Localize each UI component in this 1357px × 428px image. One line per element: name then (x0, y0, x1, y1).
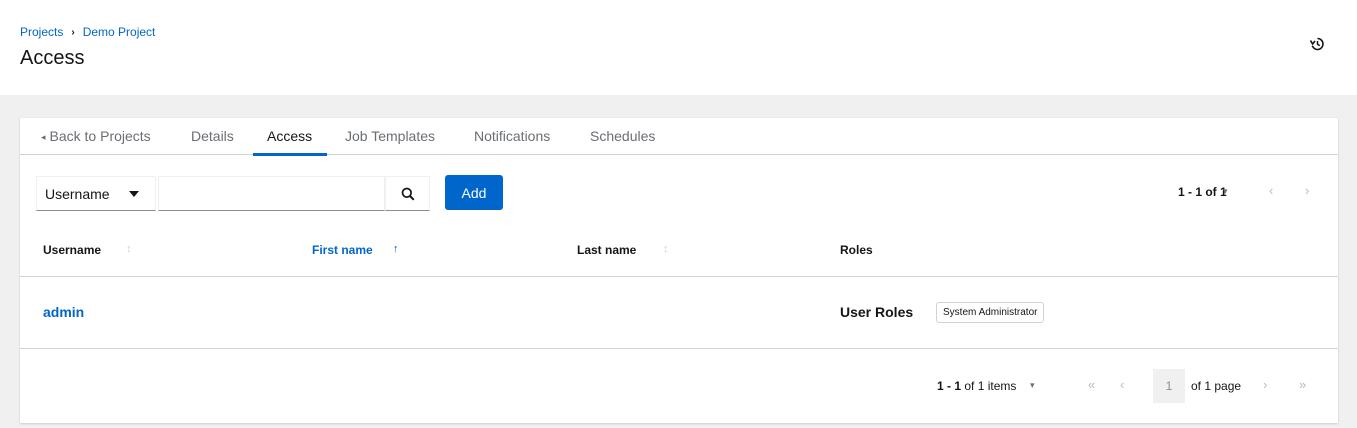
search-input[interactable] (158, 176, 385, 211)
previous-page-icon[interactable]: ‹ (1269, 183, 1273, 198)
page-title: Access (20, 47, 85, 69)
tab-details[interactable]: Details (191, 118, 234, 155)
tab-schedules[interactable]: Schedules (590, 118, 655, 155)
pagination-caret-icon[interactable]: ▾ (1223, 186, 1228, 197)
breadcrumb: Projects › Demo Project (20, 25, 155, 39)
caret-left-icon: ◂ (41, 132, 46, 142)
pagination-caret-icon[interactable]: ▾ (1030, 380, 1035, 391)
search-button[interactable] (385, 176, 430, 211)
filter-key-select[interactable]: Username (36, 176, 156, 211)
column-last-name[interactable]: Last name (577, 243, 636, 257)
pagination-items-count[interactable]: 1 - 1 of 1 items (937, 379, 1016, 393)
previous-page-icon[interactable]: ‹ (1120, 377, 1124, 392)
column-username[interactable]: Username (43, 243, 101, 257)
breadcrumb-projects-link[interactable]: Projects (20, 25, 63, 39)
next-page-icon[interactable]: › (1263, 377, 1267, 392)
bottom-pagination: 1 - 1 of 1 items ▾ « ‹ of 1 page › » (20, 349, 1338, 423)
table-row: admin User Roles System Administrator (20, 277, 1338, 349)
pagination-of-items: of 1 items (964, 379, 1017, 393)
column-roles: Roles (840, 243, 873, 257)
pagination-count[interactable]: 1 - 1 of 1 (1178, 185, 1227, 199)
username-link[interactable]: admin (43, 304, 84, 320)
sort-ascending-icon[interactable]: ↑ (393, 243, 399, 255)
caret-down-icon (129, 191, 139, 197)
user-roles-label: User Roles (840, 304, 914, 320)
tab-back-label: Back to Projects (49, 128, 151, 144)
filter-key-value: Username (45, 185, 110, 202)
tab-notifications[interactable]: Notifications (474, 118, 550, 155)
search-icon (401, 187, 415, 201)
first-page-icon[interactable]: « (1088, 377, 1095, 392)
page-header: Projects › Demo Project Access (0, 0, 1357, 95)
breadcrumb-separator: › (71, 26, 75, 38)
sort-icon[interactable]: ↕ (663, 243, 669, 255)
breadcrumb-demo-project-link[interactable]: Demo Project (83, 25, 156, 39)
add-button[interactable]: Add (445, 175, 503, 210)
role-chip: System Administrator (936, 302, 1045, 323)
access-card: ◂ Back to Projects Details Access Job Tem… (20, 118, 1338, 423)
history-icon[interactable] (1309, 36, 1325, 52)
next-page-icon[interactable]: › (1305, 183, 1309, 198)
tab-bar: ◂ Back to Projects Details Access Job Tem… (20, 118, 1338, 156)
tab-job-templates[interactable]: Job Templates (345, 118, 435, 155)
table-header: Username ↕ First name ↑ Last name ↕ Role… (20, 225, 1338, 277)
sort-icon[interactable]: ↕ (126, 243, 132, 255)
pagination-range: 1 - 1 (937, 379, 962, 393)
last-page-icon[interactable]: » (1299, 377, 1306, 392)
column-first-name[interactable]: First name (312, 243, 373, 257)
page-number-input[interactable] (1153, 369, 1185, 403)
tab-access[interactable]: Access (252, 118, 328, 156)
pagination-of-page: of 1 page (1191, 379, 1242, 393)
tab-back-to-projects[interactable]: ◂ Back to Projects (41, 118, 151, 155)
toolbar: Username Add 1 - 1 of 1 ▾ ‹ › (20, 155, 1338, 225)
